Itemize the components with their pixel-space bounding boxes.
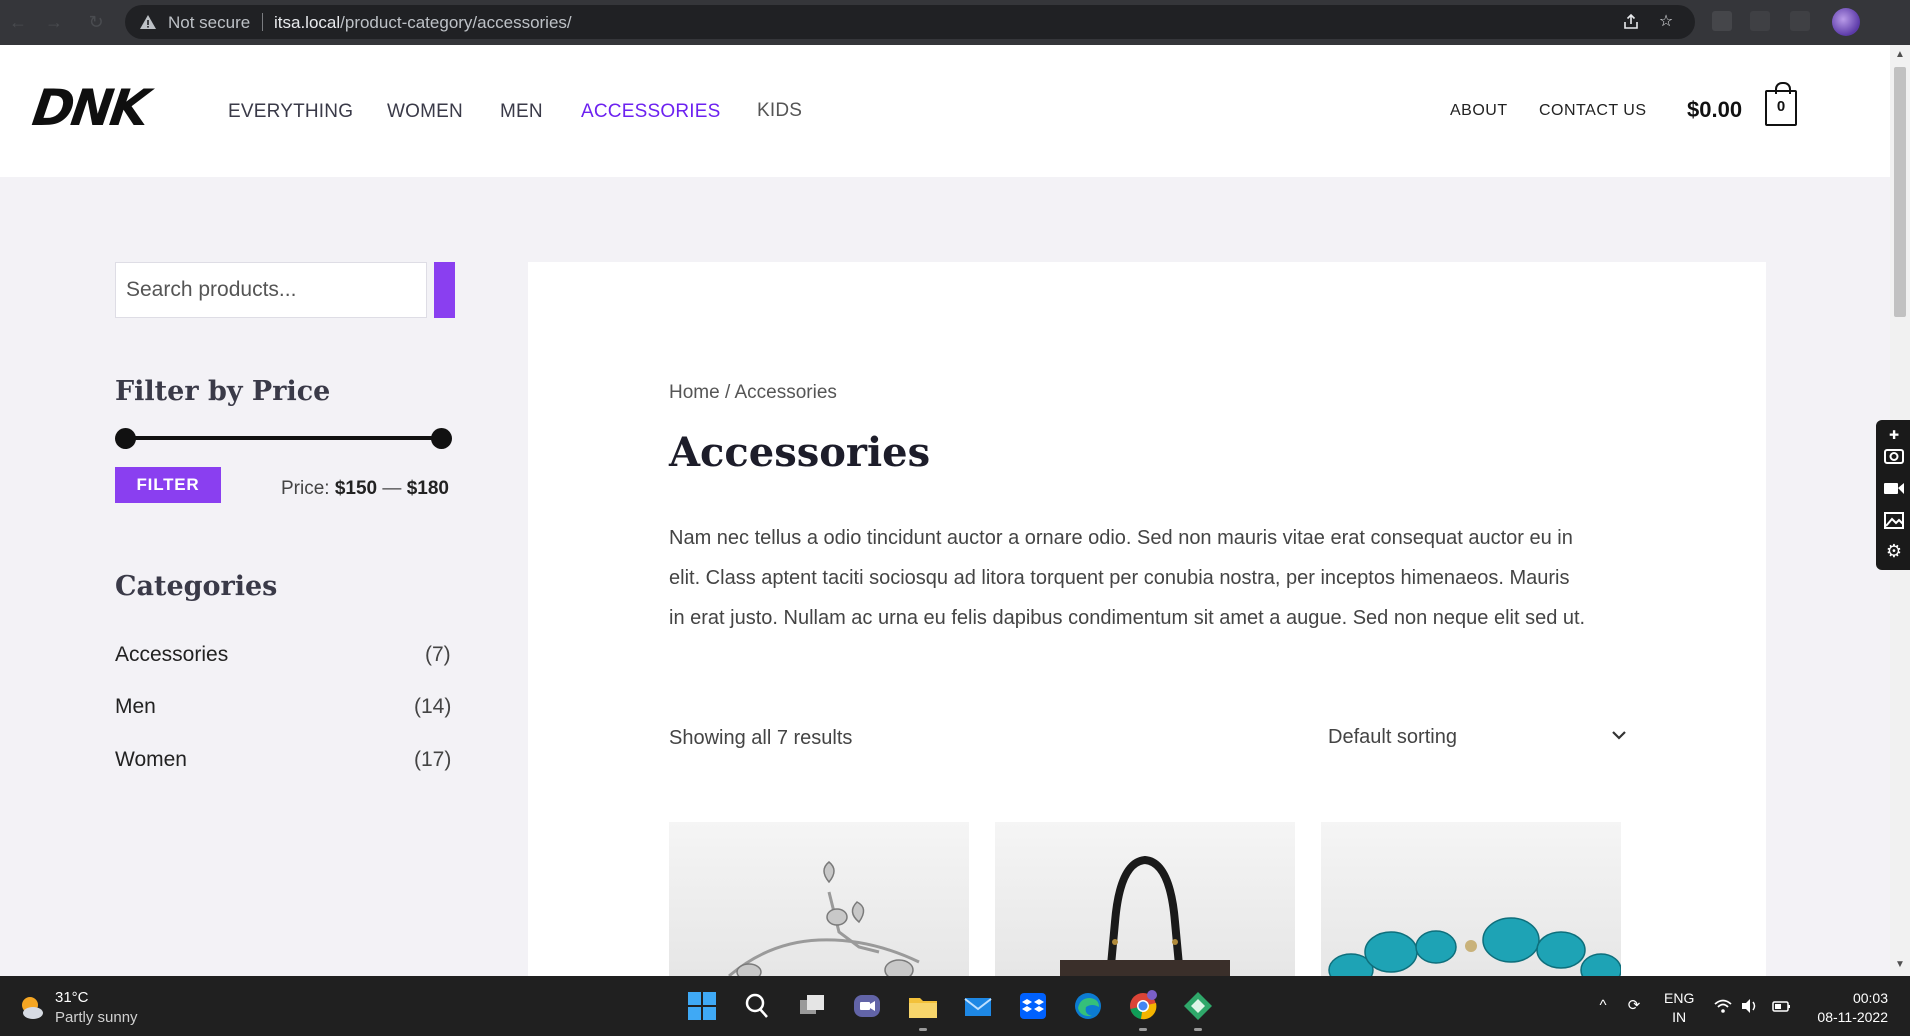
task-view-icon[interactable] [796, 990, 828, 1022]
nav-kids[interactable]: KIDS [757, 100, 802, 122]
teams-chat-icon[interactable] [851, 990, 883, 1022]
categories-heading: Categories [115, 571, 278, 602]
extension-icon[interactable] [1790, 11, 1810, 31]
sorting-select[interactable]: Default sorting [1328, 712, 1638, 762]
search-icon[interactable] [741, 990, 773, 1022]
breadcrumb: Home / Accessories [669, 382, 837, 404]
url-host: itsa.local [274, 13, 341, 32]
back-icon[interactable]: ← [8, 12, 28, 32]
gallery-icon[interactable] [1883, 509, 1905, 531]
sync-icon[interactable]: ⟳ [1624, 996, 1644, 1016]
category-men[interactable]: Men [115, 695, 156, 719]
breadcrumb-home[interactable]: Home [669, 382, 720, 403]
url-text[interactable]: itsa.local/product-category/accessories/ [274, 13, 572, 33]
nav-everything[interactable]: EVERYTHING [228, 101, 353, 123]
search-input[interactable]: Search products... [115, 262, 427, 318]
price-slider-track[interactable] [125, 436, 443, 440]
category-count: (17) [414, 748, 452, 771]
add-icon[interactable]: ✚ [1883, 424, 1905, 446]
edge-browser-icon[interactable] [1072, 990, 1104, 1022]
page-title: Accessories [669, 429, 931, 476]
extension-icon[interactable] [1712, 11, 1732, 31]
dropbox-icon[interactable] [1017, 990, 1049, 1022]
main-content: Home / Accessories Accessories Nam nec t… [528, 262, 1766, 976]
price-min: $150 [334, 478, 378, 499]
partly-sunny-icon[interactable] [17, 993, 45, 1021]
weather-temperature[interactable]: 31°C [55, 989, 89, 1006]
reload-icon[interactable]: ↻ [86, 12, 106, 32]
breadcrumb-current: Accessories [734, 382, 837, 403]
running-indicator [1139, 1028, 1147, 1031]
extension-icon[interactable] [1750, 11, 1770, 31]
category-count: (14) [414, 695, 452, 718]
price-label: Price: [281, 478, 330, 499]
windows-taskbar: 31°C Partly sunny ^ ⟳ ENG IN 00:03 08-11… [0, 976, 1910, 1036]
omnibox-divider [262, 13, 263, 31]
price-separator: — [382, 478, 402, 499]
cart-total[interactable]: $0.00 [1687, 97, 1742, 123]
video-icon[interactable] [1883, 477, 1905, 499]
security-label[interactable]: Not secure [168, 13, 250, 33]
capture-toolbar: ✚ ⚙ [1876, 420, 1910, 570]
running-indicator [919, 1028, 927, 1031]
scroll-thumb[interactable] [1894, 67, 1906, 317]
language-code: ENG [1664, 990, 1695, 1006]
settings-gear-icon[interactable]: ⚙ [1883, 540, 1905, 562]
bookmark-star-icon[interactable]: ☆ [1657, 13, 1675, 31]
price-range-label: Price: $150 — $180 [281, 478, 449, 500]
category-women[interactable]: Women [115, 748, 187, 772]
search-button[interactable] [434, 262, 455, 318]
nav-contact-us[interactable]: CONTACT US [1539, 102, 1647, 120]
sorting-value: Default sorting [1328, 726, 1457, 748]
volume-icon[interactable] [1739, 996, 1759, 1016]
nav-about[interactable]: ABOUT [1450, 102, 1508, 120]
address-bar[interactable]: Not secure itsa.local/product-category/a… [125, 5, 1695, 39]
clock-time: 00:03 [1852, 990, 1888, 1006]
result-count: Showing all 7 results [669, 727, 853, 749]
weather-description[interactable]: Partly sunny [55, 1009, 138, 1026]
nav-women[interactable]: WOMEN [387, 101, 463, 123]
chevron-down-icon [1612, 731, 1626, 740]
browser-toolbar: ← → ↻ Not secure itsa.local/product-cate… [0, 0, 1910, 45]
profile-avatar[interactable] [1832, 8, 1860, 36]
site-logo[interactable]: DNK [29, 79, 150, 137]
region-code: IN [1672, 1009, 1687, 1025]
price-max: $180 [406, 478, 449, 499]
nav-accessories[interactable]: ACCESSORIES [581, 101, 720, 123]
product-image-handbag[interactable] [995, 822, 1295, 976]
scroll-down-icon[interactable]: ▼ [1895, 960, 1905, 970]
chrome-browser-icon[interactable] [1127, 990, 1159, 1022]
cart-bag-icon[interactable]: 0 [1765, 82, 1797, 126]
product-image-bracelet[interactable] [669, 822, 969, 976]
category-accessories[interactable]: Accessories [115, 643, 228, 667]
cart-count: 0 [1776, 98, 1786, 115]
filter-by-price-heading: Filter by Price [115, 376, 331, 407]
scroll-up-icon[interactable]: ▲ [1895, 50, 1905, 60]
running-indicator [1194, 1028, 1202, 1031]
clock-date: 08-11-2022 [1817, 1009, 1888, 1025]
breadcrumb-separator: / [724, 382, 731, 403]
price-slider-min-handle[interactable] [115, 428, 136, 449]
nav-men[interactable]: MEN [500, 101, 543, 123]
category-count: (7) [425, 643, 451, 666]
wifi-icon[interactable] [1713, 996, 1733, 1016]
warning-icon [140, 15, 156, 29]
local-app-icon[interactable] [1182, 990, 1214, 1022]
price-slider-max-handle[interactable] [431, 428, 452, 449]
category-description: Nam nec tellus a odio tincidunt auctor a… [669, 527, 1586, 629]
chevron-up-icon[interactable]: ^ [1593, 996, 1613, 1016]
windows-start-icon[interactable] [686, 990, 718, 1022]
battery-icon[interactable] [1772, 996, 1792, 1016]
forward-icon[interactable]: → [44, 12, 64, 32]
site-header: DNK EVERYTHING WOMEN MEN ACCESSORIES KID… [0, 45, 1890, 177]
url-path: /product-category/accessories/ [340, 13, 572, 32]
system-clock[interactable]: 00:03 08-11-2022 [1812, 989, 1888, 1027]
filter-button[interactable]: FILTER [115, 467, 221, 503]
file-explorer-icon[interactable] [907, 990, 939, 1022]
camera-icon[interactable] [1883, 444, 1905, 466]
mail-icon[interactable] [962, 990, 994, 1022]
product-image-necklace[interactable] [1321, 822, 1621, 976]
input-language[interactable]: ENG IN [1664, 989, 1694, 1027]
share-icon[interactable] [1622, 13, 1640, 31]
